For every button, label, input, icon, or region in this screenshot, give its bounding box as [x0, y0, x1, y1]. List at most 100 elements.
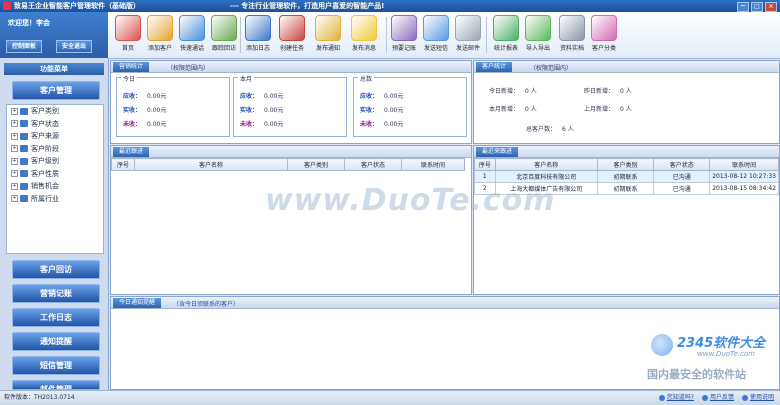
sales-stats-panel: 营销统计 （权限范围内） 今日 应收： 0.00元 实收： 0.00元 未收： 0.00元本…	[110, 60, 472, 144]
feedback-link[interactable]: 用户反馈	[701, 391, 734, 405]
main-toolbar: 首页 添加客户 快速通话 跟踪回访 添加日志 创建任务 发布通知 发布消息 预要记账 发送短信 发送…	[108, 12, 780, 59]
month-new: 本月新增： 0 人	[489, 106, 537, 113]
minimize-button[interactable]: －	[737, 2, 749, 12]
did-you-know-link[interactable]: 您知道吗?	[658, 391, 694, 405]
row-number: 1	[474, 170, 496, 183]
recent-contacts-tab[interactable]: 最近来跟进	[476, 147, 519, 157]
sidebar-button-3[interactable]: 通知提醒	[12, 332, 100, 351]
recent-followup-tab[interactable]: 最近跟进	[113, 147, 150, 157]
tree-item[interactable]: + 客户阶段	[7, 143, 103, 156]
tree-item[interactable]: + 所属行业	[7, 193, 103, 206]
column-header[interactable]: 客户状态	[344, 158, 402, 171]
tree-item-label: 客户级别	[31, 157, 59, 165]
app-logo-icon	[3, 2, 11, 10]
folder-icon	[20, 157, 28, 165]
recent-contacts-panel: 最近来跟进 序号 客户名称 客户类别 客户状态 联系时间 1 北京百度科技有限公司 初期联系已…	[473, 145, 780, 295]
tree-item[interactable]: + 客户来源	[7, 130, 103, 143]
sales-box-title: 总数	[358, 74, 375, 83]
sidebar-button-0[interactable]: 客户回访	[12, 260, 100, 279]
sales-stats-tab[interactable]: 营销统计	[113, 62, 150, 72]
left-panel: 功能菜单 客户管理 + 客户类别 + 客户状态 + 客户来源 + 客户阶段 + 客户级别 + 客户性质…	[0, 58, 109, 390]
title-bar: 致易王企业智能客户管理软件（基础版） --- 专注行业管理软件，打造用户喜爱的智…	[0, 0, 780, 12]
column-header[interactable]: 序号	[111, 158, 135, 171]
column-header[interactable]: 联系时间	[709, 158, 779, 171]
yesterday-new: 昨日新增： 0 人	[584, 88, 632, 95]
expand-icon[interactable]: +	[11, 157, 18, 165]
expand-icon[interactable]: +	[11, 195, 18, 202]
folder-icon	[20, 195, 28, 202]
folder-icon	[20, 145, 28, 152]
window-title: 致易王企业智能客户管理软件（基础版）	[14, 2, 140, 10]
toolbar-button-5[interactable]: 创建任务	[276, 15, 308, 57]
column-header[interactable]: 客户状态	[653, 158, 711, 171]
brand-url: www.DuoTe.com	[697, 350, 755, 358]
database-icon	[559, 15, 585, 41]
help-link[interactable]: 使用说明	[741, 391, 774, 405]
control-panel-button[interactable]: 控制面板	[6, 40, 43, 53]
status-links: 您知道吗? 用户反馈 使用说明	[658, 391, 774, 405]
toolbar-separator	[486, 17, 487, 53]
feedback-icon	[701, 394, 708, 401]
column-header[interactable]: 客户名称	[494, 158, 598, 171]
status-bar: 软件版本：TH2013.0714 您知道吗? 用户反馈 使用说明	[0, 390, 780, 405]
received-row: 实收： 0.00元	[240, 107, 284, 114]
expand-icon[interactable]: +	[11, 120, 18, 127]
expand-icon[interactable]: +	[11, 145, 18, 152]
sidebar-button-1[interactable]: 营销记账	[12, 284, 100, 303]
sidebar-button-4[interactable]: 短信管理	[12, 356, 100, 375]
maximize-button[interactable]: □	[751, 2, 763, 12]
table-row[interactable]: 1 北京百度科技有限公司 初期联系 已沟通 2013-08-12 10:27:33	[474, 170, 779, 183]
column-header[interactable]: 客户类别	[287, 158, 345, 171]
brand-watermark: 2345软件大全 www.DuoTe.com 国内最安全的软件站	[647, 328, 772, 386]
sales-box-0: 今日 应收： 0.00元 实收： 0.00元 未收： 0.00元	[116, 74, 230, 137]
customer-status: 已沟通	[653, 182, 711, 195]
magic-wand-icon	[591, 15, 617, 41]
toolbar-button-10[interactable]: 发送邮件	[452, 15, 484, 57]
column-header[interactable]: 联系时间	[401, 158, 465, 171]
safe-exit-button[interactable]: 安全退出	[56, 40, 93, 53]
add-customer-icon	[147, 15, 173, 41]
customer-stats-tab[interactable]: 客户统计	[476, 62, 513, 72]
tree-item-label: 客户状态	[31, 119, 59, 128]
close-button[interactable]: ×	[765, 2, 777, 12]
sales-stats-scope: （权限范围内）	[167, 65, 210, 72]
user-box: 欢迎您！李会 控制面板 安全退出	[0, 12, 108, 58]
sidebar-button-2[interactable]: 工作日志	[12, 308, 100, 327]
bird-logo-icon	[651, 334, 673, 356]
tree-item[interactable]: + 客户性质	[7, 168, 103, 181]
unpaid-row: 未收： 0.00元	[123, 121, 167, 128]
table-header: 序号 客户名称 客户类别 客户状态 联系时间	[474, 158, 779, 171]
folder-icon	[20, 182, 28, 190]
unpaid-row: 未收： 0.00元	[240, 121, 284, 128]
sidebar-button-5[interactable]: 邮件管理	[12, 380, 100, 390]
table-header: 序号 客户名称 客户类别 客户状态 联系时间	[111, 158, 465, 171]
notebook-icon	[391, 15, 417, 41]
tree-item-label: 客户来源	[31, 132, 59, 140]
sales-box-2: 总数 应收： 0.00元 实收： 0.00元 未收： 0.00元	[353, 74, 467, 137]
tree-item[interactable]: + 销售机会	[7, 180, 103, 193]
toolbar-label: 客户分类	[591, 45, 616, 52]
column-header[interactable]: 客户类别	[596, 158, 655, 171]
window-controls: － □ ×	[737, 2, 777, 12]
expand-icon[interactable]: +	[11, 170, 18, 177]
received-row: 实收： 0.00元	[360, 107, 404, 114]
reminder-tab[interactable]: 今日通知提醒	[113, 298, 162, 308]
expand-icon[interactable]: +	[11, 132, 18, 140]
tree-item[interactable]: + 客户类别	[7, 105, 103, 118]
toolbar-separator	[240, 17, 241, 53]
tree-item[interactable]: + 客户状态	[7, 118, 103, 131]
folder-icon	[20, 107, 28, 115]
column-header[interactable]: 序号	[474, 158, 496, 171]
received-row: 实收： 0.00元	[123, 107, 167, 114]
expand-icon[interactable]: +	[11, 107, 18, 115]
toolbar-button-14[interactable]: 客户分类	[588, 15, 620, 57]
toolbar-button-7[interactable]: 发布消息	[348, 15, 380, 57]
tree-item-label: 客户性质	[31, 169, 59, 178]
column-header[interactable]: 客户名称	[134, 158, 288, 171]
expand-icon[interactable]: +	[11, 182, 18, 190]
toolbar-button-6[interactable]: 发布通知	[312, 15, 344, 57]
message-bubble-icon	[351, 15, 377, 41]
quick-call-icon	[179, 15, 205, 41]
tree-item[interactable]: + 客户级别	[7, 155, 103, 168]
customer-management-button[interactable]: 客户管理	[12, 81, 100, 100]
